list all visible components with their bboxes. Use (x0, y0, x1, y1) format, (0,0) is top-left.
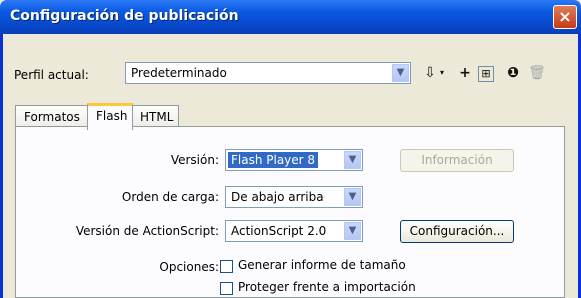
info-icon[interactable]: ❶ (503, 63, 523, 83)
add-icon[interactable]: + (455, 63, 475, 83)
load-order-label: Orden de carga: (121, 190, 219, 204)
publish-settings-window: Configuración de publicación × Perfil ac… (0, 0, 581, 298)
load-order-value: De abajo arriba (231, 190, 324, 204)
protect-import-checkbox[interactable] (220, 282, 233, 295)
actionscript-settings-button[interactable]: Configuración... (400, 220, 514, 243)
profile-select[interactable]: Predeterminado ▼ (125, 62, 411, 84)
tab-html[interactable]: HTML (131, 105, 179, 128)
profile-value: Predeterminado (131, 66, 227, 80)
actionscript-select[interactable]: ActionScript 2.0 ▼ (225, 220, 363, 242)
tab-formatos[interactable]: Formatos (15, 105, 89, 128)
import-export-icon[interactable]: ⇩ (420, 63, 440, 83)
window-title: Configuración de publicación (10, 8, 239, 24)
profile-label: Perfil actual: (14, 68, 89, 82)
tab-flash[interactable]: Flash (87, 103, 133, 130)
actionscript-value: ActionScript 2.0 (231, 224, 327, 238)
version-select[interactable]: Flash Player 8 ▼ (225, 149, 363, 171)
title-bar[interactable]: Configuración de publicación × (0, 0, 581, 34)
trash-icon[interactable]: 🗑 (527, 63, 547, 83)
chevron-down-icon[interactable]: ▼ (344, 188, 361, 206)
flash-settings-panel: Versión: Flash Player 8 ▼ Información Or… (15, 126, 565, 298)
chevron-down-icon[interactable]: ▼ (392, 64, 409, 82)
load-order-select[interactable]: De abajo arriba ▼ (225, 186, 363, 208)
version-label: Versión: (170, 153, 219, 167)
chevron-down-icon[interactable]: ▾ (438, 63, 446, 83)
generate-size-report-checkbox[interactable] (220, 260, 233, 273)
options-label: Opciones: (159, 260, 219, 274)
close-icon[interactable]: × (553, 5, 577, 29)
actionscript-label: Versión de ActionScript: (75, 224, 219, 238)
generate-size-report-label[interactable]: Generar informe de tamaño (238, 258, 406, 272)
info-button[interactable]: Información (400, 149, 514, 172)
protect-import-label[interactable]: Proteger frente a importación (238, 280, 416, 294)
chevron-down-icon[interactable]: ▼ (344, 222, 361, 240)
chevron-down-icon[interactable]: ▼ (344, 151, 361, 169)
duplicate-icon[interactable]: ⊞ (478, 66, 494, 82)
version-value: Flash Player 8 (228, 152, 319, 168)
